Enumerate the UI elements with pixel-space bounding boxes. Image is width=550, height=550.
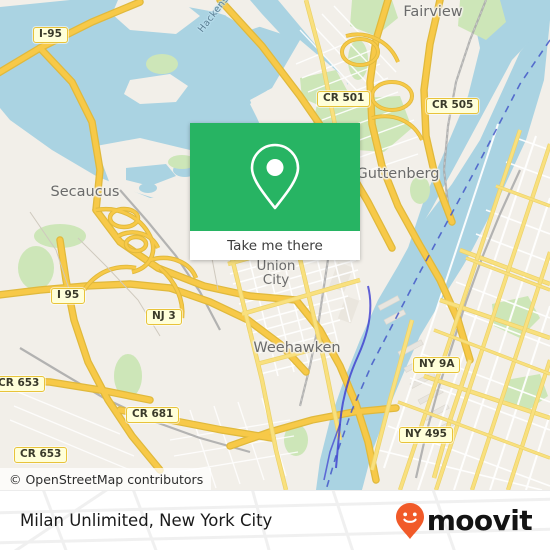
take-me-there-label: Take me there [227,237,323,254]
moovit-logo[interactable]: moovit [395,502,533,540]
highway-shield: I 95 [51,288,86,304]
take-me-there-button[interactable]: Take me there [190,231,360,260]
moovit-wordmark: moovit [426,503,533,537]
place-card-image [190,123,360,231]
highway-shield: CR 501 [317,91,371,107]
highway-shield: CR 653 [0,376,46,392]
page-title: Milan Unlimited, New York City [20,511,273,530]
highway-shield: I-95 [33,27,68,43]
footer-bar: Milan Unlimited, New York City moovit [0,490,550,550]
highway-shield: NY 495 [399,427,453,443]
highway-shield: NY 9A [413,357,461,373]
highway-shield: CR 653 [14,447,68,463]
attribution-text: © OpenStreetMap contributors [9,471,204,487]
map-pin-icon [250,143,300,210]
highway-shield: NJ 3 [146,309,182,325]
place-card[interactable]: Take me there [190,123,360,260]
highway-shield: CR 505 [426,98,480,114]
map-attribution[interactable]: © OpenStreetMap contributors [0,468,212,490]
moovit-smiley-pin-icon [395,502,424,539]
highway-shield: CR 681 [126,407,180,423]
map-screenshot: Fairview Secaucus Guttenberg Union City W… [0,0,550,550]
map-canvas[interactable]: Fairview Secaucus Guttenberg Union City W… [0,0,550,490]
